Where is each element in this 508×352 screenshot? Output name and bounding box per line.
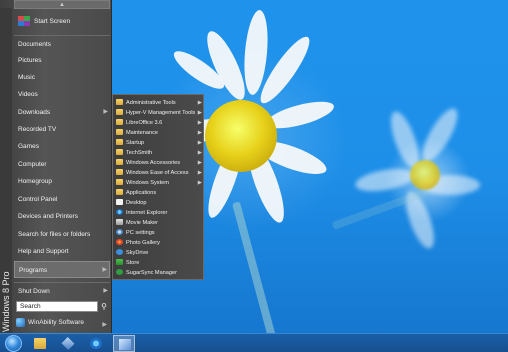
submenu-item-movie-maker[interactable]: Movie Maker [115, 218, 203, 228]
submenu-item-applications[interactable]: Applications [115, 188, 203, 198]
menu-item-programs[interactable]: Programs ▶ [14, 261, 110, 278]
folder-icon [116, 169, 123, 175]
chevron-right-icon: ▶ [197, 120, 202, 126]
menu-item-search-files[interactable]: Search for files or folders [14, 226, 110, 243]
chevron-right-icon: ▶ [197, 110, 202, 116]
submenu-item-maintenance[interactable]: Maintenance ▶ [115, 128, 203, 138]
start-menu: Windows 8 Pro ▲ Start Screen Documents P… [0, 0, 112, 334]
control-panel-icon [119, 339, 131, 350]
folder-icon [116, 179, 123, 185]
submenu-item-desktop[interactable]: Desktop [115, 198, 203, 208]
taskbar-control-panel[interactable] [113, 335, 135, 352]
taskbar [0, 333, 508, 352]
menu-item-videos[interactable]: Videos [14, 86, 110, 103]
taskbar-file-explorer[interactable] [29, 335, 51, 352]
winability-icon [16, 317, 25, 327]
desktop-icon [116, 199, 123, 205]
search-input[interactable]: Search [16, 301, 98, 312]
programs-submenu: Administrative Tools ▶ Hyper-V Management… [112, 94, 204, 280]
menu-item-pictures[interactable]: Pictures [14, 52, 110, 69]
chevron-right-icon: ▶ [102, 267, 107, 273]
folder-icon [116, 189, 123, 195]
submenu-item-administrative-tools[interactable]: Administrative Tools ▶ [115, 98, 203, 108]
submenu-item-ease-of-access[interactable]: Windows Ease of Access ▶ [115, 168, 203, 178]
folder-icon [116, 159, 123, 165]
submenu-item-photo-gallery[interactable]: Photo Gallery [115, 238, 203, 248]
submenu-item-sugarsync[interactable]: SugarSync Manager [115, 268, 203, 278]
menu-item-homegroup[interactable]: Homegroup [14, 173, 110, 190]
winability-button[interactable]: WinAbility Software [16, 317, 84, 329]
submenu-item-store[interactable]: Store [115, 258, 203, 268]
store-icon [116, 259, 123, 265]
chevron-right-icon: ▶ [197, 170, 202, 176]
start-screen-icon [18, 16, 30, 27]
pc-settings-icon [116, 229, 123, 235]
menu-resize-handle[interactable]: ▲ [14, 0, 110, 9]
folder-icon [116, 149, 123, 155]
side-strip: Windows 8 Pro [0, 8, 12, 334]
submenu-item-windows-accessories[interactable]: Windows Accessories ▶ [115, 158, 203, 168]
chevron-right-icon: ▶ [197, 160, 202, 166]
menu-item-help-support[interactable]: Help and Support [14, 243, 110, 260]
start-screen-button[interactable]: Start Screen [14, 12, 110, 32]
chevron-right-icon: ▶ [103, 288, 108, 294]
chevron-right-icon: ▶ [197, 130, 202, 136]
photo-gallery-icon [116, 239, 123, 245]
chevron-right-icon: ▶ [197, 100, 202, 106]
folder-icon [116, 129, 123, 135]
file-explorer-icon [34, 338, 46, 349]
skydrive-icon [116, 249, 123, 255]
folder-icon [116, 109, 123, 115]
folder-icon [116, 119, 123, 125]
submenu-item-hyper-v[interactable]: Hyper-V Management Tools ▶ [115, 108, 203, 118]
menu-item-recorded-tv[interactable]: Recorded TV [14, 121, 110, 138]
edition-label: Windows 8 Pro [1, 271, 11, 332]
internet-explorer-icon [90, 338, 102, 349]
folder-icon [116, 139, 123, 145]
menu-item-games[interactable]: Games [14, 138, 110, 155]
menu-item-documents[interactable]: Documents [14, 35, 110, 52]
submenu-item-windows-system[interactable]: Windows System ▶ [115, 178, 203, 188]
submenu-item-internet-explorer[interactable]: Internet Explorer [115, 208, 203, 218]
window-switcher-icon [61, 336, 75, 351]
chevron-right-icon[interactable]: ▶ [98, 317, 110, 334]
internet-explorer-icon [116, 209, 123, 215]
shut-down-button[interactable]: Shut Down ▶ [14, 282, 110, 299]
submenu-item-skydrive[interactable]: SkyDrive [115, 248, 203, 258]
taskbar-internet-explorer[interactable] [85, 335, 107, 352]
chevron-right-icon: ▶ [197, 140, 202, 146]
chevron-right-icon: ▶ [197, 180, 202, 186]
menu-item-devices-printers[interactable]: Devices and Printers [14, 208, 110, 225]
folder-icon [116, 99, 123, 105]
search-icon[interactable]: ⚲ [99, 301, 109, 312]
chevron-right-icon: ▶ [103, 109, 108, 115]
movie-maker-icon [116, 219, 123, 225]
submenu-item-startup[interactable]: Startup ▶ [115, 138, 203, 148]
menu-item-computer[interactable]: Computer [14, 156, 110, 173]
sugarsync-icon [116, 269, 123, 275]
menu-item-downloads[interactable]: Downloads ▶ [14, 104, 110, 121]
menu-item-control-panel[interactable]: Control Panel [14, 191, 110, 208]
menu-item-music[interactable]: Music [14, 69, 110, 86]
submenu-item-libreoffice[interactable]: LibreOffice 3.6 ▶ [115, 118, 203, 128]
chevron-up-icon: ▲ [59, 2, 65, 8]
chevron-right-icon: ▶ [197, 150, 202, 156]
taskbar-window-switcher[interactable] [57, 335, 79, 352]
submenu-item-techsmith[interactable]: TechSmith ▶ [115, 148, 203, 158]
submenu-item-pc-settings[interactable]: PC settings [115, 228, 203, 238]
start-orb-icon[interactable] [5, 335, 22, 352]
